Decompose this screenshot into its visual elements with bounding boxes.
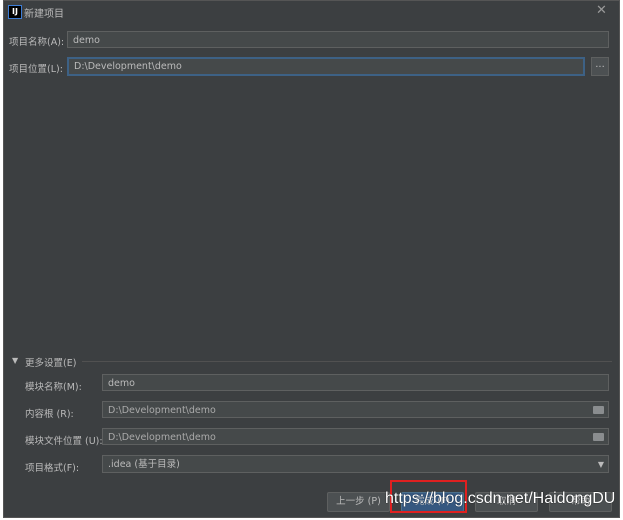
module-file-location-input[interactable]: D:\Development\demo — [102, 428, 609, 445]
title-bar: IJ 新建项目 ✕ — [4, 1, 619, 23]
content-root-input[interactable]: D:\Development\demo — [102, 401, 609, 418]
project-name-input[interactable]: demo — [67, 31, 609, 48]
folder-icon[interactable] — [593, 406, 604, 414]
module-file-location-label: 模块文件位置 (U): — [25, 436, 103, 447]
project-name-label: 项目名称(A): — [9, 37, 65, 48]
previous-button[interactable]: 上一步 (P) — [327, 492, 390, 512]
new-project-dialog: IJ 新建项目 ✕ 项目名称(A): demo 项目位置(L): D:\Deve… — [3, 0, 620, 518]
content-root-value: D:\Development\demo — [108, 405, 216, 416]
folder-icon[interactable] — [593, 433, 604, 441]
content-root-label: 内容根 (R): — [25, 409, 74, 420]
close-icon[interactable]: ✕ — [596, 3, 607, 18]
collapse-triangle-icon[interactable]: ▼ — [12, 356, 18, 365]
section-divider — [82, 361, 612, 362]
module-name-input[interactable]: demo — [102, 374, 609, 391]
module-name-label: 模块名称(M): — [25, 382, 82, 393]
project-format-value: .idea (基于目录) — [108, 459, 180, 470]
project-format-select[interactable]: .idea (基于目录) ▼ — [102, 455, 609, 473]
dialog-title: 新建项目 — [24, 9, 64, 20]
browse-button[interactable]: ... — [591, 57, 609, 76]
watermark: https://blog.csdn.net/HaidongDU — [385, 490, 616, 507]
project-format-label: 项目格式(F): — [25, 463, 80, 474]
project-location-input[interactable]: D:\Development\demo — [67, 57, 585, 76]
module-file-location-value: D:\Development\demo — [108, 432, 216, 443]
dropdown-arrow-icon: ▼ — [597, 460, 604, 469]
project-location-label: 项目位置(L): — [9, 64, 63, 75]
intellij-logo-icon: IJ — [8, 5, 22, 19]
more-settings-toggle[interactable]: 更多设置(E) — [25, 355, 76, 369]
